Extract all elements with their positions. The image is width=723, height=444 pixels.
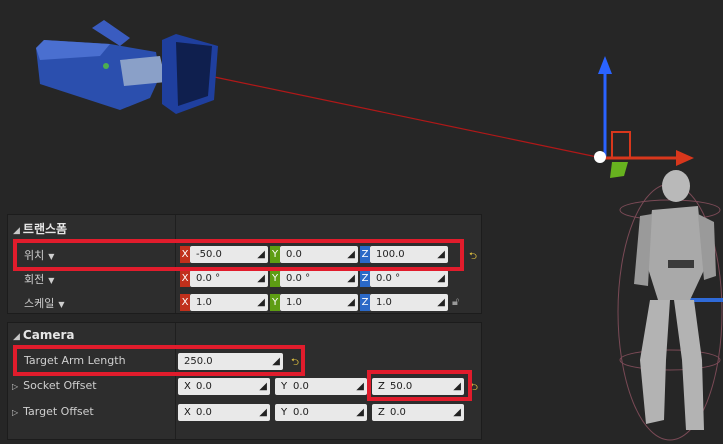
lock-icon[interactable]: 🔓︎ — [452, 295, 459, 309]
drag-handle-icon: ◢ — [356, 407, 364, 418]
reset-to-default-icon[interactable]: ⮌ — [469, 249, 477, 266]
axis-y-icon: Y — [270, 294, 280, 311]
drag-handle-icon: ◢ — [257, 297, 265, 308]
rotation-z-field[interactable]: 0.0 ° ◢ — [370, 270, 448, 287]
collapse-triangle-icon[interactable]: ◢ — [13, 332, 20, 342]
socket-offset-x-field[interactable]: X 0.0 ◢ — [178, 378, 270, 395]
drag-handle-icon: ◢ — [453, 407, 461, 418]
drag-handle-icon: ◢ — [437, 273, 445, 284]
camera-section-header[interactable]: ◢ Camera — [8, 323, 481, 347]
chevron-down-icon[interactable]: ▼ — [48, 276, 54, 285]
rotation-y-field[interactable]: 0.0 ° ◢ — [280, 270, 358, 287]
target-offset-z-field[interactable]: Z 0.0 ◢ — [372, 404, 464, 421]
axis-z-icon: Z — [360, 270, 370, 287]
axis-z-icon: Z — [360, 294, 370, 311]
drag-handle-icon: ◢ — [437, 297, 445, 308]
socket-offset-z-highlight-box — [367, 370, 472, 401]
location-highlight-box — [13, 239, 464, 271]
scale-x-field[interactable]: 1.0 ◢ — [190, 294, 268, 311]
socket-offset-label[interactable]: ▷ Socket Offset — [12, 379, 97, 392]
target-offset-label[interactable]: ▷ Target Offset — [12, 405, 94, 418]
rotation-x-field[interactable]: 0.0 ° ◢ — [190, 270, 268, 287]
axis-x-icon: X — [180, 294, 190, 311]
drag-handle-icon: ◢ — [356, 381, 364, 392]
rotation-label[interactable]: 회전 ▼ — [24, 271, 54, 287]
scale-y-field[interactable]: 1.0 ◢ — [280, 294, 358, 311]
drag-handle-icon: ◢ — [257, 273, 265, 284]
scale-label[interactable]: 스케일 ▼ — [24, 295, 65, 311]
transform-section-header[interactable]: ◢ 트랜스폼 — [8, 215, 481, 239]
target-offset-row: ▷ Target Offset X 0.0 ◢ Y 0.0 ◢ Z 0.0 ◢ — [8, 401, 481, 425]
target-arm-length-highlight-box — [13, 345, 305, 376]
scale-z-field[interactable]: 1.0 ◢ — [370, 294, 448, 311]
socket-offset-y-field[interactable]: Y 0.0 ◢ — [275, 378, 367, 395]
drag-handle-icon: ◢ — [259, 407, 267, 418]
section-title: Camera — [22, 328, 75, 342]
drag-handle-icon: ◢ — [347, 297, 355, 308]
drag-handle-icon: ◢ — [259, 381, 267, 392]
expand-triangle-icon[interactable]: ▷ — [12, 408, 18, 417]
chevron-down-icon[interactable]: ▼ — [58, 300, 64, 309]
scale-row: 스케일 ▼ X 1.0 ◢ Y 1.0 ◢ Z 1.0 ◢ 🔓︎ — [8, 291, 481, 315]
target-offset-x-field[interactable]: X 0.0 ◢ — [178, 404, 270, 421]
collapse-triangle-icon[interactable]: ◢ — [13, 226, 20, 236]
axis-y-icon: Y — [270, 270, 280, 287]
axis-x-icon: X — [180, 270, 190, 287]
target-offset-y-field[interactable]: Y 0.0 ◢ — [275, 404, 367, 421]
section-title: 트랜스폼 — [22, 222, 68, 236]
drag-handle-icon: ◢ — [347, 273, 355, 284]
expand-triangle-icon[interactable]: ▷ — [12, 382, 18, 391]
